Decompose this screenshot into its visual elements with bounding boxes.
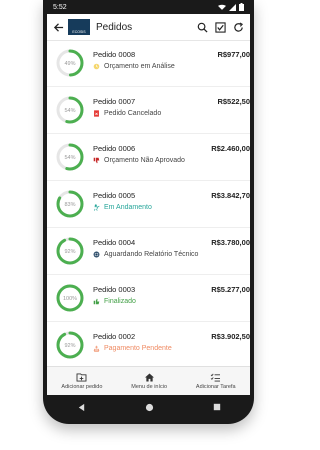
progress-ring: 83% (56, 190, 84, 218)
order-list: 49% Pedido 0008 Orçamento em Análise R$9… (47, 40, 250, 366)
order-price: R$3.842,70 (211, 191, 250, 200)
order-status-label: Pedido Cancelado (104, 110, 162, 117)
order-status: Pagamento Pendente (93, 345, 172, 352)
order-status: Em Andamento (93, 204, 152, 211)
battery-icon (239, 3, 244, 11)
order-price: R$5.277,00 (211, 285, 250, 294)
add-task-button[interactable]: Adicionar Tarefa (196, 373, 236, 390)
order-title: Pedido 0003 (93, 285, 136, 294)
progress-ring: 49% (56, 49, 84, 77)
thumbs-down-icon (93, 157, 100, 164)
order-status-label: Pagamento Pendente (104, 345, 172, 352)
progress-percent: 100% (63, 296, 77, 302)
wifi-icon (218, 4, 226, 10)
order-status: Orçamento em Análise (93, 63, 175, 70)
order-row[interactable]: 100% Pedido 0003 Finalizado R$5.277,00 (47, 275, 250, 322)
system-recents-icon[interactable] (213, 403, 221, 411)
progress-percent: 83% (64, 202, 75, 208)
home-button[interactable]: Menu de início (131, 372, 168, 390)
order-price: R$977,00 (217, 50, 250, 59)
add-order-button[interactable]: Adicionar pedido (61, 372, 103, 390)
order-row[interactable]: 49% Pedido 0008 Orçamento em Análise R$9… (47, 40, 250, 87)
home-label: Menu de início (131, 383, 168, 390)
folder-plus-icon (76, 372, 87, 382)
order-title: Pedido 0005 (93, 191, 136, 200)
order-price: R$522,50 (217, 97, 250, 106)
progress-percent: 54% (64, 108, 75, 114)
order-row[interactable]: 92% Pedido 0002 Pagamento Pendente R$3.9… (47, 322, 250, 366)
page-title: Pedidos (96, 21, 133, 33)
order-row[interactable]: 92% Pedido 0004 Aguardando Relatório Téc… (47, 228, 250, 275)
back-arrow-icon[interactable] (53, 22, 64, 33)
phone-frame: 5:52 ECOSIS Pedidos 49% Pedido 0008 Orça… (43, 0, 254, 424)
order-title: Pedido 0007 (93, 97, 136, 106)
clock-icon (93, 63, 100, 70)
order-status: Aguardando Relatório Técnico (93, 251, 198, 258)
screen: 5:52 ECOSIS Pedidos 49% Pedido 0008 Orça… (47, 0, 250, 395)
thumbs-up-icon (93, 298, 100, 305)
task-list-icon (210, 373, 221, 382)
order-title: Pedido 0004 (93, 238, 136, 247)
order-status-label: Aguardando Relatório Técnico (104, 251, 199, 258)
signal-icon (229, 3, 236, 11)
order-row[interactable]: 54% Pedido 0007 Pedido Cancelado R$522,5… (47, 87, 250, 134)
order-row[interactable]: 54% Pedido 0006 Orçamento Não Aprovado R… (47, 134, 250, 181)
progress-ring: 92% (56, 237, 84, 265)
order-status-label: Orçamento Não Aprovado (104, 157, 185, 164)
status-time: 5:52 (53, 3, 67, 11)
progress-percent: 92% (64, 343, 75, 349)
bottom-nav: Adicionar pedido Menu de início Adiciona… (47, 366, 250, 395)
search-icon[interactable] (197, 22, 208, 33)
order-title: Pedido 0006 (93, 144, 136, 153)
order-status-label: Em Andamento (104, 204, 152, 211)
report-icon (93, 251, 100, 258)
refresh-icon[interactable] (233, 21, 244, 33)
order-row[interactable]: 83% Pedido 0005 Em Andamento R$3.842,70 (47, 181, 250, 228)
order-status: Orçamento Não Aprovado (93, 157, 185, 164)
order-title: Pedido 0008 (93, 50, 136, 59)
order-status-label: Finalizado (104, 298, 136, 305)
payment-icon (93, 345, 100, 352)
system-home-icon[interactable] (145, 403, 154, 412)
order-title: Pedido 0002 (93, 332, 136, 341)
order-status: Finalizado (93, 298, 136, 305)
order-price: R$2.460,00 (211, 144, 250, 153)
order-price: R$3.780,00 (211, 238, 250, 247)
status-bar: 5:52 (47, 0, 250, 14)
system-back-icon[interactable] (77, 403, 86, 412)
progress-ring: 54% (56, 143, 84, 171)
order-status: Pedido Cancelado (93, 110, 161, 117)
worker-icon (94, 204, 100, 211)
add-task-label: Adicionar Tarefa (195, 383, 236, 390)
app-logo: ECOSIS (68, 19, 90, 35)
progress-percent: 92% (64, 249, 75, 255)
progress-percent: 54% (64, 155, 75, 161)
document-cancel-icon (94, 110, 99, 117)
order-price: R$3.902,50 (211, 332, 250, 341)
order-status-label: Orçamento em Análise (104, 63, 175, 70)
progress-ring: 100% (56, 284, 84, 312)
progress-percent: 49% (64, 61, 75, 67)
progress-ring: 92% (56, 331, 84, 359)
app-bar: ECOSIS Pedidos (47, 14, 250, 41)
checkbox-select-icon[interactable] (215, 21, 226, 33)
home-icon (144, 372, 154, 382)
progress-ring: 54% (56, 96, 84, 124)
system-nav-bar (47, 395, 250, 419)
add-order-label: Adicionar pedido (61, 383, 103, 390)
